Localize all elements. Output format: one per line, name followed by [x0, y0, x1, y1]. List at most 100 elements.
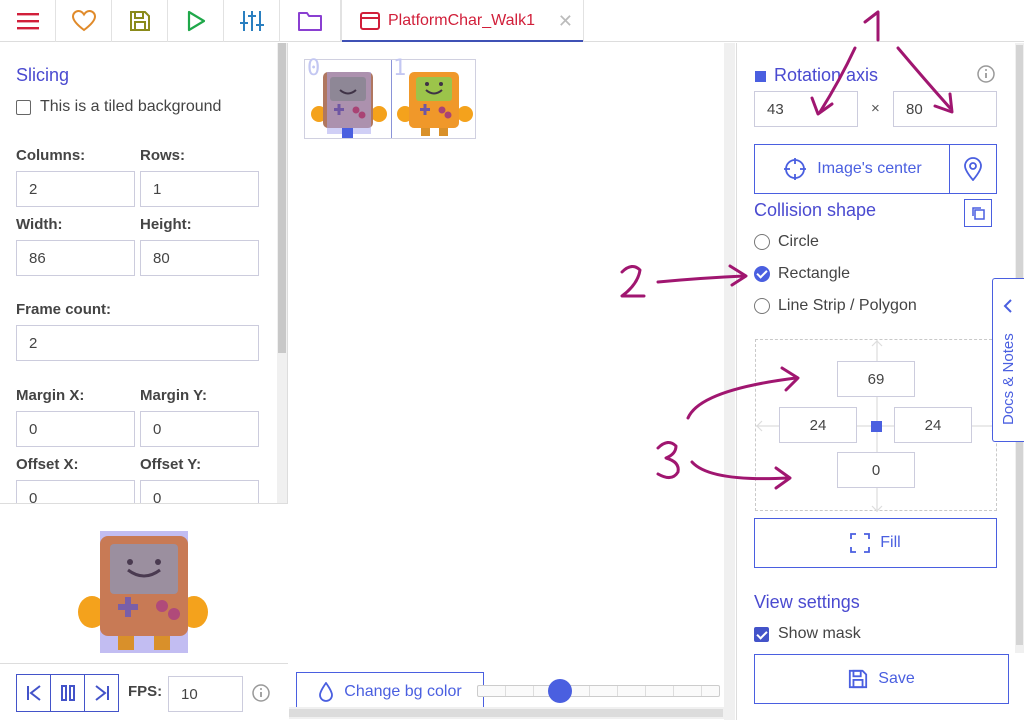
run-button[interactable]: [168, 0, 224, 42]
playback-controls: FPS: 10: [0, 663, 288, 720]
image-center-label: Image's center: [817, 160, 922, 177]
crosshair-icon: [784, 158, 807, 180]
next-frame-button[interactable]: [84, 674, 119, 712]
polygon-label: Line Strip / Polygon: [778, 297, 917, 314]
pause-icon: [60, 685, 75, 701]
margin-x-label: Margin X:: [16, 387, 85, 404]
collision-shape-title: Collision shape: [754, 200, 877, 220]
columns-field[interactable]: 2: [16, 171, 135, 207]
circle-label: Circle: [778, 233, 819, 250]
axis-y-field[interactable]: 80: [893, 91, 997, 127]
favorite-button[interactable]: [56, 0, 112, 42]
view-settings-title: View settings: [754, 592, 860, 612]
texture-icon: [360, 12, 380, 30]
slicing-scrollbar[interactable]: [277, 43, 287, 503]
settings-button[interactable]: [224, 0, 280, 42]
menu-icon: [16, 13, 39, 30]
frame-divider: [391, 60, 392, 138]
offset-x-label: Offset X:: [16, 456, 79, 473]
fill-button[interactable]: Fill: [754, 518, 997, 568]
offset-y-field[interactable]: 0: [140, 480, 259, 503]
sliders-icon: [239, 11, 264, 31]
scrollbar-thumb[interactable]: [289, 709, 723, 717]
left-offset-field[interactable]: 24: [779, 407, 857, 443]
fullscreen-icon: [850, 533, 871, 553]
circle-radio[interactable]: [754, 234, 770, 250]
docs-notes-label: Docs & Notes: [1000, 333, 1017, 425]
slicing-settings: Slicing This is a tiled background Colum…: [0, 43, 276, 503]
frame-1-sprite: [397, 72, 473, 136]
frame-count-label: Frame count:: [16, 301, 112, 318]
margin-y-label: Margin Y:: [140, 387, 207, 404]
width-field[interactable]: 86: [16, 240, 135, 276]
width-label: Width:: [16, 216, 63, 233]
skip-back-icon: [26, 685, 41, 701]
frame-0-sprite: [311, 72, 387, 138]
pause-button[interactable]: [50, 674, 85, 712]
tiled-background-checkbox[interactable]: [16, 100, 31, 115]
close-icon[interactable]: ✕: [558, 11, 573, 32]
show-mask-checkbox[interactable]: [754, 627, 769, 642]
rotation-axis-title: Rotation axis: [774, 65, 879, 85]
pick-axis-button[interactable]: [949, 144, 997, 194]
axis-separator: ×: [871, 100, 880, 117]
fps-field[interactable]: 10: [168, 676, 243, 712]
axis-marker-icon: [871, 421, 882, 432]
axis-x-field[interactable]: 43: [754, 91, 858, 127]
bottom-offset-field[interactable]: 0: [837, 452, 915, 488]
previous-frame-button[interactable]: [16, 674, 51, 712]
height-field[interactable]: 80: [140, 240, 259, 276]
height-label: Height:: [140, 216, 192, 233]
rows-field[interactable]: 1: [140, 171, 259, 207]
top-toolbar: PlatformChar_Walk1 ✕: [0, 0, 1024, 42]
save-button[interactable]: Save: [754, 654, 1009, 704]
margin-x-field[interactable]: 0: [16, 411, 135, 447]
heart-icon: [71, 10, 96, 32]
droplet-icon: [319, 682, 334, 702]
offset-x-field[interactable]: 0: [16, 480, 135, 503]
horizontal-scrollbar[interactable]: [289, 707, 724, 719]
chevron-left-icon: [1003, 299, 1012, 313]
sprite-canvas[interactable]: 0 1 Change bg color: [289, 43, 735, 720]
play-icon: [187, 10, 205, 32]
save-icon: [129, 11, 150, 31]
zoom-slider[interactable]: [477, 685, 720, 697]
tab-platformchar-walk1[interactable]: PlatformChar_Walk1 ✕: [341, 0, 584, 42]
save-label: Save: [878, 670, 915, 687]
polygon-radio[interactable]: [754, 298, 770, 314]
map-pin-icon: [964, 157, 982, 181]
zoom-slider-knob[interactable]: [548, 679, 572, 703]
fill-label: Fill: [880, 534, 901, 551]
slicing-panel: Slicing This is a tiled background Colum…: [0, 43, 288, 720]
top-offset-field[interactable]: 69: [837, 361, 915, 397]
info-icon[interactable]: [252, 684, 270, 702]
image-center-button[interactable]: Image's center: [754, 144, 951, 194]
save-icon: [849, 669, 868, 689]
copy-icon: [972, 207, 985, 220]
copy-shape-button[interactable]: [964, 199, 992, 227]
texture-frames: 0 1: [304, 56, 476, 139]
slicing-title: Slicing: [16, 65, 70, 85]
rectangle-radio[interactable]: [754, 266, 770, 282]
rectangle-offsets: 69 24 24 0: [755, 339, 998, 512]
save-project-button[interactable]: [112, 0, 168, 42]
fps-label: FPS:: [128, 683, 163, 700]
margin-y-field[interactable]: 0: [140, 411, 259, 447]
show-mask-label: Show mask: [778, 625, 861, 642]
change-bg-color-button[interactable]: Change bg color: [296, 672, 484, 712]
frame-count-field[interactable]: 2: [16, 325, 259, 361]
scrollbar-thumb[interactable]: [278, 43, 286, 353]
folder-icon: [298, 12, 322, 31]
rows-label: Rows:: [140, 147, 185, 164]
axis-marker-icon: [755, 71, 766, 82]
right-offset-field[interactable]: 24: [894, 407, 972, 443]
tiled-background-label: This is a tiled background: [40, 98, 222, 115]
properties-panel: Rotation axis 43 × 80 Image's center Col…: [736, 43, 1024, 720]
active-tab-indicator: [342, 40, 583, 42]
assets-button[interactable]: [280, 0, 341, 42]
menu-button[interactable]: [0, 0, 56, 42]
info-icon[interactable]: [977, 65, 995, 83]
rectangle-label: Rectangle: [778, 265, 851, 282]
offset-y-label: Offset Y:: [140, 456, 202, 473]
canvas-vertical-scrollbar[interactable]: [724, 43, 735, 720]
